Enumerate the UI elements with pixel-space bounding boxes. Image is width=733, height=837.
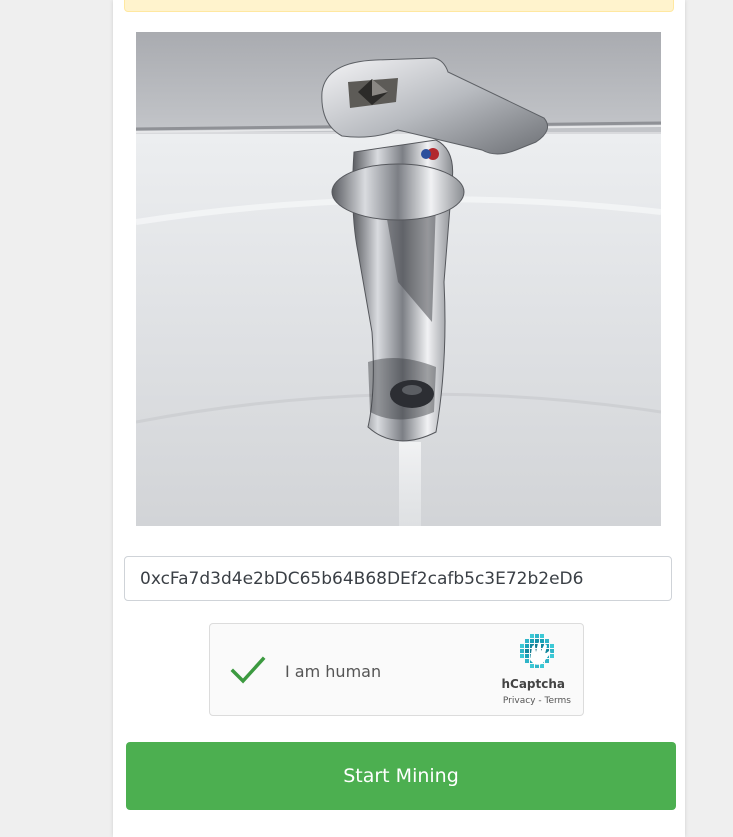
privacy-link[interactable]: Privacy <box>503 696 536 706</box>
faucet-card: 0xcFa7d3d4e2bDC65b64B68DEf2cafb5c3E72b2e… <box>113 0 685 837</box>
captcha-label: I am human <box>285 662 382 681</box>
hcaptcha-brand: hCaptcha <box>501 677 565 691</box>
hcaptcha-logo-icon <box>520 634 554 668</box>
checkmark-icon[interactable] <box>230 656 266 686</box>
hcaptcha-widget[interactable]: I am human hCaptcha Privacy - Terms <box>209 623 584 716</box>
start-mining-button[interactable]: Start Mining <box>126 742 676 810</box>
terms-link[interactable]: Terms <box>544 696 571 706</box>
notice-alert <box>124 0 674 12</box>
captcha-links: Privacy - Terms <box>503 696 571 706</box>
wallet-address-input[interactable]: 0xcFa7d3d4e2bDC65b64B68DEf2cafb5c3E72b2e… <box>124 556 672 601</box>
faucet-photo-icon <box>136 32 661 526</box>
